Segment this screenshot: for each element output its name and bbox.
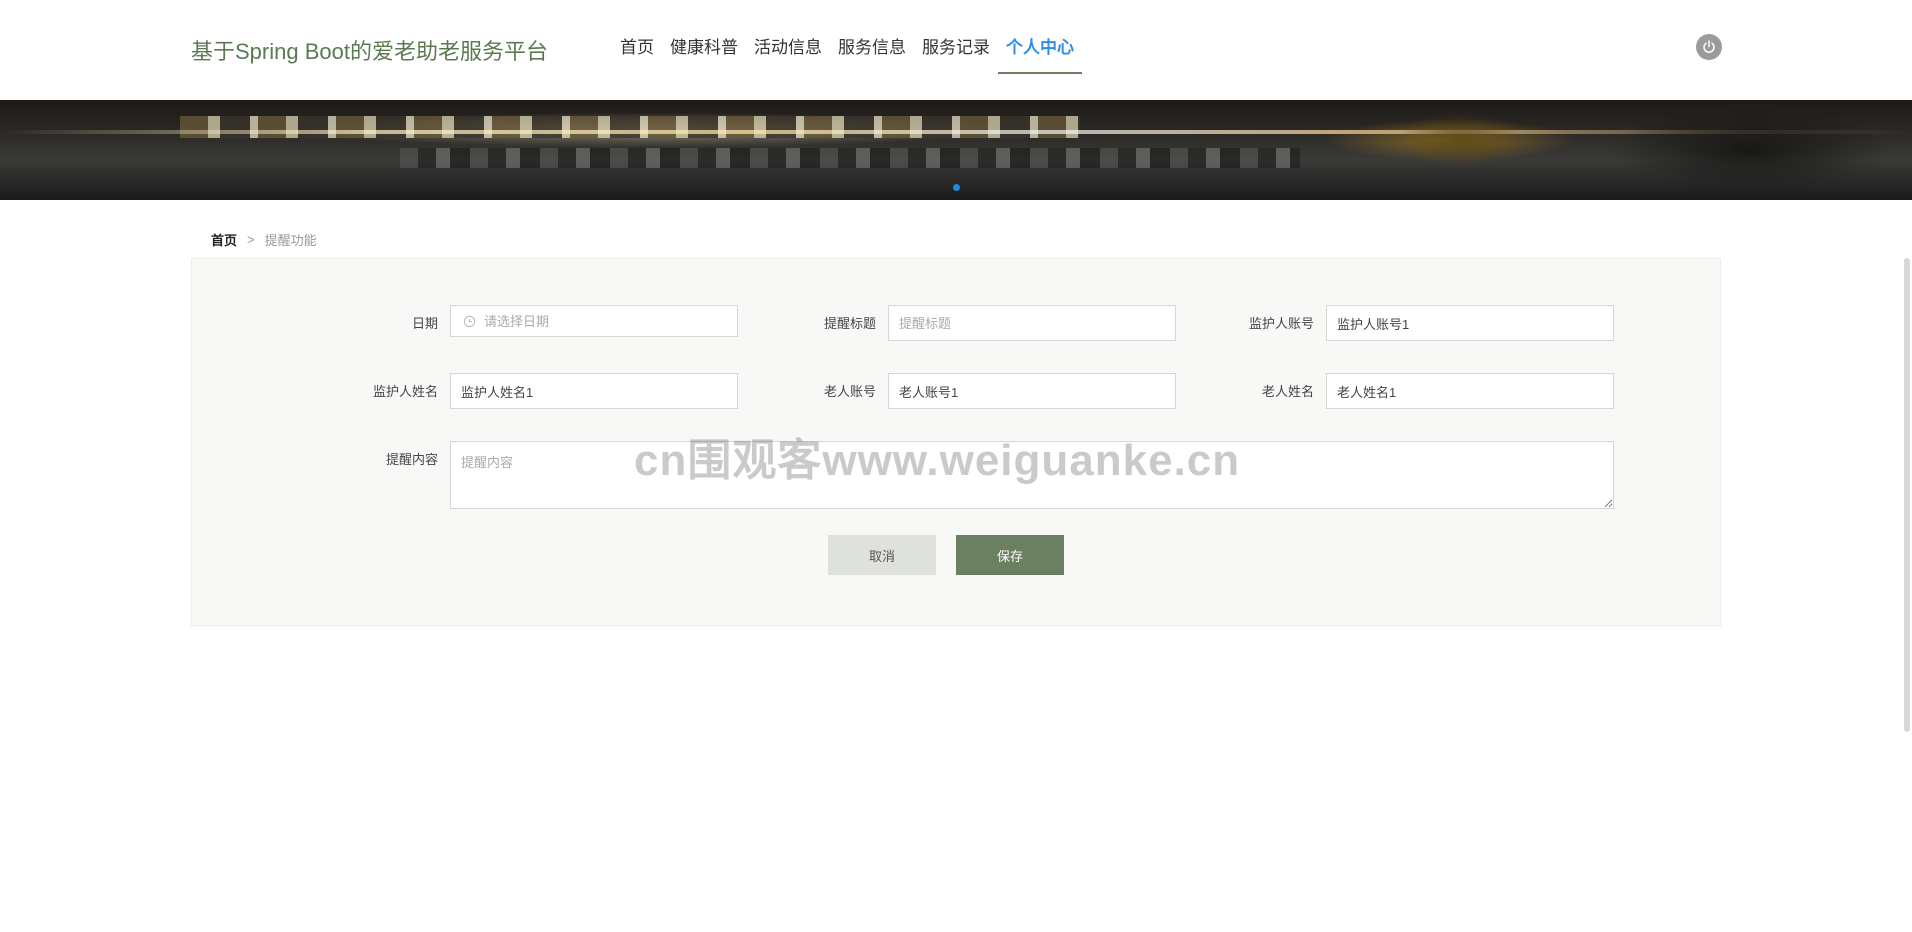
reminder-form-panel: 日期 提醒标题 监护人账号 监护人姓名 老人账号 老人姓名 提醒内容 取消 保存 — [191, 258, 1721, 626]
content-label: 提醒内容 — [385, 452, 438, 467]
guardian-account-input[interactable] — [1326, 305, 1614, 341]
title-label: 提醒标题 — [823, 316, 876, 331]
nav-activity[interactable]: 活动信息 — [746, 0, 830, 74]
date-label: 日期 — [411, 316, 438, 331]
nav-health[interactable]: 健康科普 — [662, 0, 746, 74]
page-scrollbar[interactable] — [1904, 258, 1910, 732]
guardian-name-input[interactable] — [450, 373, 738, 409]
nav-home[interactable]: 首页 — [612, 0, 662, 74]
top-header: 基于Spring Boot的爱老助老服务平台 首页 健康科普 活动信息 服务信息… — [0, 0, 1912, 100]
title-input[interactable] — [888, 305, 1176, 341]
breadcrumb: 首页 > 提醒功能 — [211, 230, 317, 249]
breadcrumb-home[interactable]: 首页 — [211, 230, 237, 249]
logout-button[interactable] — [1696, 34, 1722, 60]
elder-account-label: 老人账号 — [823, 384, 876, 399]
clock-icon — [463, 315, 476, 327]
elder-name-input[interactable] — [1326, 373, 1614, 409]
nav-service-record[interactable]: 服务记录 — [914, 0, 998, 74]
main-nav: 首页 健康科普 活动信息 服务信息 服务记录 个人中心 — [612, 0, 1082, 100]
guardian-account-label: 监护人账号 — [1248, 316, 1314, 331]
nav-service-info[interactable]: 服务信息 — [830, 0, 914, 74]
carousel-indicator[interactable] — [953, 184, 960, 191]
breadcrumb-current: 提醒功能 — [264, 233, 317, 248]
power-icon — [1703, 40, 1715, 53]
elder-name-label: 老人姓名 — [1261, 384, 1314, 399]
nav-personal-center[interactable]: 个人中心 — [998, 0, 1082, 74]
elder-account-input[interactable] — [888, 373, 1176, 409]
date-input[interactable] — [484, 313, 724, 329]
cancel-button[interactable]: 取消 — [828, 535, 936, 575]
breadcrumb-separator: > — [247, 232, 255, 247]
guardian-name-label: 监护人姓名 — [372, 384, 438, 399]
site-title: 基于Spring Boot的爱老助老服务平台 — [191, 39, 548, 64]
banner-trees — [1300, 100, 1912, 200]
save-button[interactable]: 保存 — [956, 535, 1064, 575]
date-picker[interactable] — [450, 305, 738, 337]
banner-shops — [180, 116, 1080, 138]
content-textarea[interactable] — [450, 441, 1614, 509]
banner-cars — [400, 148, 1300, 168]
